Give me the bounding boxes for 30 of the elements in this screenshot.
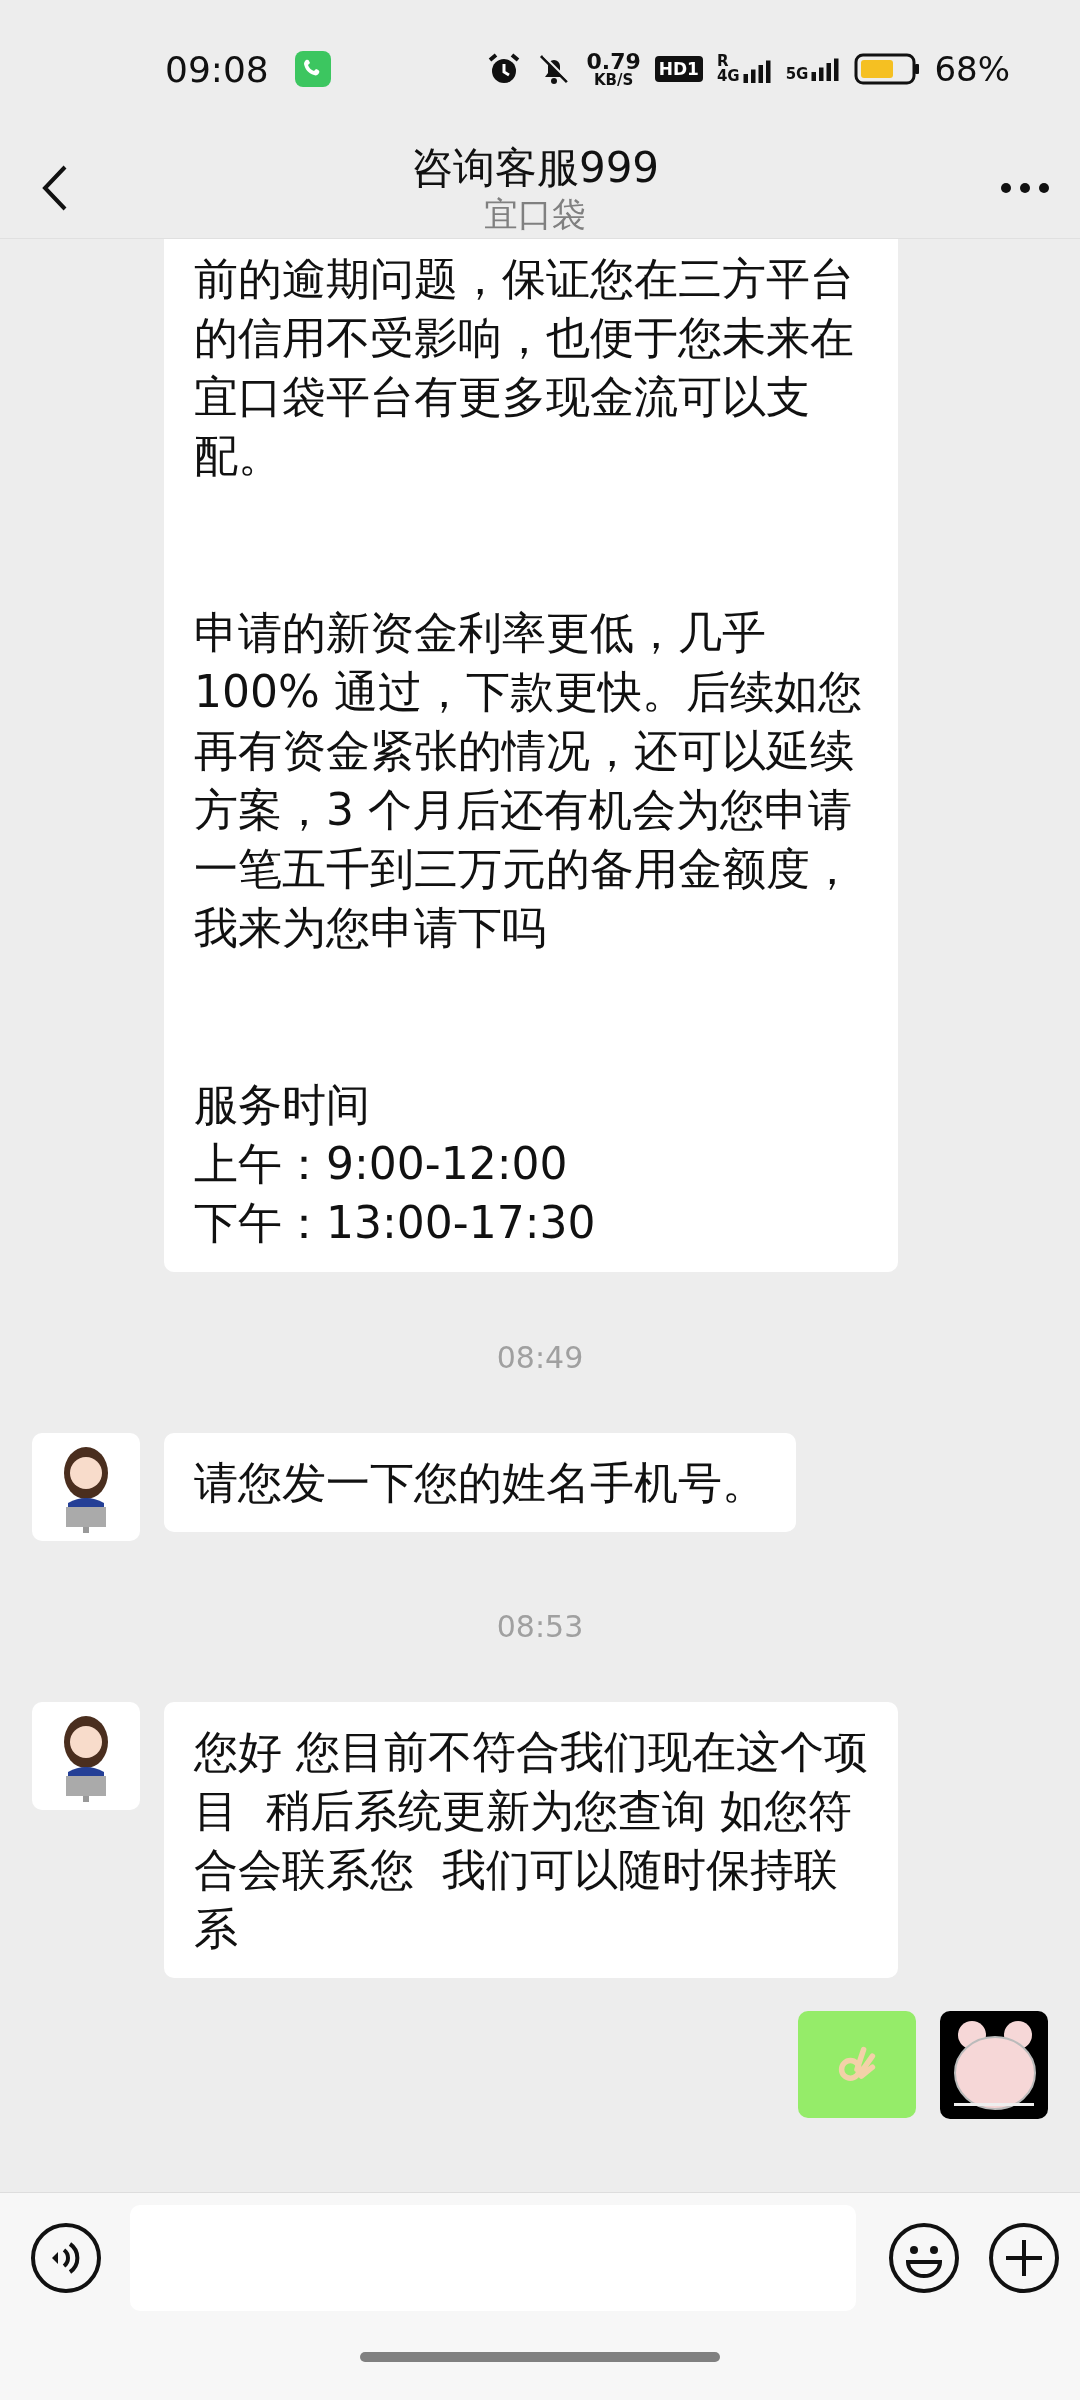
- signal-icon: [810, 56, 841, 82]
- roaming-label: R: [716, 54, 729, 69]
- battery-percentage: 68%: [934, 49, 1010, 89]
- hd-badge: HD1: [654, 56, 703, 82]
- message-text: 上午：9:00-12:00: [194, 1137, 569, 1191]
- more-icon[interactable]: [1000, 182, 1050, 194]
- agent-avatar[interactable]: [32, 1433, 140, 1541]
- message-time: 08:53: [496, 1609, 584, 1644]
- message-text: 前的逾期问题，保证您在三方平台的信用不受影响，也便于您未来在宜口袋平台有更多现金流可以支配。: [194, 252, 855, 483]
- network-type-label: 4G: [716, 69, 740, 84]
- message-time: 08:49: [496, 1340, 584, 1375]
- message-text: 服务时间: [194, 1078, 371, 1132]
- agent-avatar[interactable]: [32, 1702, 140, 1810]
- clock-time: 09:08: [165, 48, 269, 90]
- message-text: 请您发一下您的姓名手机号。: [194, 1456, 766, 1510]
- chat-subtitle: 宜口袋: [484, 194, 586, 234]
- network-speed-unit: KB/S: [593, 72, 634, 88]
- signal-icon: [741, 58, 772, 84]
- add-icon[interactable]: [988, 2221, 1060, 2294]
- message-text: 申请的新资金利率更低，几乎100% 通过，下款更快。后续如您再有资金紧张的情况，还可以延续方案，3 个月后还有机会为您申请一笔五千到三万元的备用金额度，我来为您申请下吗: [194, 606, 863, 955]
- message-text: 下午：13:00-17:30: [194, 1196, 597, 1250]
- phone-call-icon: [294, 51, 331, 87]
- voice-icon[interactable]: [30, 2221, 102, 2294]
- battery-icon: [854, 53, 921, 85]
- emoji-icon[interactable]: [888, 2221, 960, 2294]
- sticker-avatar[interactable]: [940, 2011, 1048, 2119]
- network-speed-value: 0.79: [586, 50, 641, 73]
- message-text: 您好 您目前不符合我们现在这个项目 稍后系统更新为您查询 如您符合会联系您 我们可以随时保持联系: [194, 1725, 868, 1956]
- chat-title: 咨询客服999: [410, 142, 660, 195]
- network-type-label: 5G: [785, 67, 809, 82]
